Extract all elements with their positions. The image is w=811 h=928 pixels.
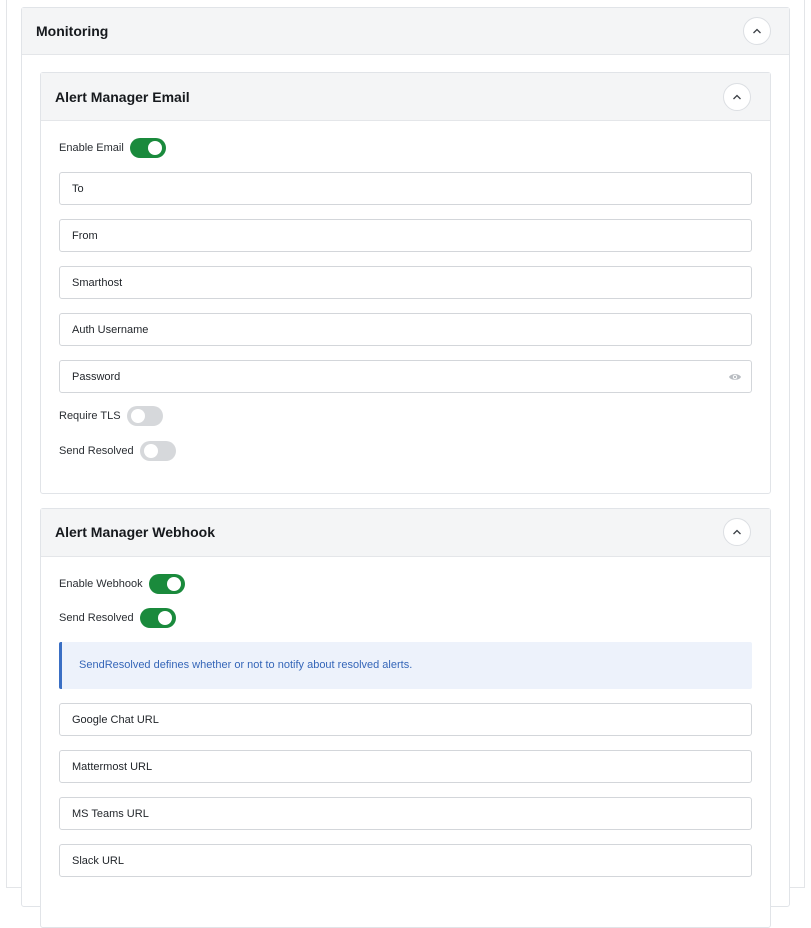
require-tls-toggle[interactable]: [126, 406, 163, 426]
enable-webhook-row: Enable Webhook: [59, 573, 185, 595]
smarthost-field-label: Smarthost: [72, 277, 123, 289]
send-resolved-info: SendResolved defines whether or not to n…: [59, 642, 752, 689]
enable-email-toggle[interactable]: [129, 138, 166, 158]
webhook-send-resolved-toggle[interactable]: [139, 608, 176, 628]
mattermost-url-label: Mattermost URL: [72, 761, 153, 773]
webhook-header[interactable]: Alert Manager Webhook: [41, 509, 770, 557]
email-send-resolved-label: Send Resolved: [59, 445, 134, 457]
email-header[interactable]: Alert Manager Email: [41, 73, 770, 121]
require-tls-row: Require TLS: [59, 405, 163, 427]
ms-teams-url-label: MS Teams URL: [72, 808, 149, 820]
toggle-knob: [157, 611, 172, 625]
chevron-up-icon: [753, 28, 761, 34]
webhook-send-resolved-label: Send Resolved: [59, 612, 134, 624]
email-title: Alert Manager Email: [55, 89, 190, 105]
webhook-panel: Alert Manager Webhook Enable Webhook Sen…: [40, 508, 771, 928]
slack-url-field[interactable]: Slack URL: [59, 844, 752, 877]
password-field-label: Password: [72, 371, 121, 383]
to-field[interactable]: To: [59, 172, 752, 205]
from-field-label: From: [72, 230, 98, 242]
slack-url-label: Slack URL: [72, 855, 124, 867]
monitoring-title: Monitoring: [36, 23, 109, 39]
auth-username-field-label: Auth Username: [72, 324, 149, 336]
require-tls-label: Require TLS: [59, 410, 121, 422]
chevron-up-icon: [733, 94, 741, 100]
enable-email-row: Enable Email: [59, 137, 166, 159]
to-field-label: To: [72, 183, 84, 195]
monitoring-header[interactable]: Monitoring: [22, 8, 789, 55]
toggle-knob: [166, 577, 181, 591]
monitoring-collapse-button[interactable]: [743, 17, 771, 45]
eye-icon[interactable]: [728, 371, 742, 383]
email-collapse-button[interactable]: [723, 83, 751, 111]
from-field[interactable]: From: [59, 219, 752, 252]
toggle-knob: [130, 409, 145, 423]
mattermost-url-field[interactable]: Mattermost URL: [59, 750, 752, 783]
email-send-resolved-row: Send Resolved: [59, 440, 176, 462]
enable-webhook-label: Enable Webhook: [59, 578, 143, 590]
smarthost-field[interactable]: Smarthost: [59, 266, 752, 299]
auth-username-field[interactable]: Auth Username: [59, 313, 752, 346]
send-resolved-info-text: SendResolved defines whether or not to n…: [79, 659, 413, 671]
webhook-send-resolved-row: Send Resolved: [59, 607, 176, 629]
webhook-title: Alert Manager Webhook: [55, 524, 215, 540]
toggle-knob: [143, 444, 158, 458]
google-chat-url-field[interactable]: Google Chat URL: [59, 703, 752, 736]
password-field[interactable]: Password: [59, 360, 752, 393]
google-chat-url-label: Google Chat URL: [72, 714, 159, 726]
chevron-up-icon: [733, 529, 741, 535]
enable-webhook-toggle[interactable]: [148, 574, 185, 594]
webhook-collapse-button[interactable]: [723, 518, 751, 546]
monitoring-panel: Monitoring Alert Manager Email Enable Em…: [21, 7, 790, 928]
enable-email-label: Enable Email: [59, 142, 124, 154]
email-send-resolved-toggle[interactable]: [139, 441, 176, 461]
ms-teams-url-field[interactable]: MS Teams URL: [59, 797, 752, 830]
email-panel: Alert Manager Email Enable Email To From…: [40, 72, 771, 494]
toggle-knob: [147, 141, 162, 155]
